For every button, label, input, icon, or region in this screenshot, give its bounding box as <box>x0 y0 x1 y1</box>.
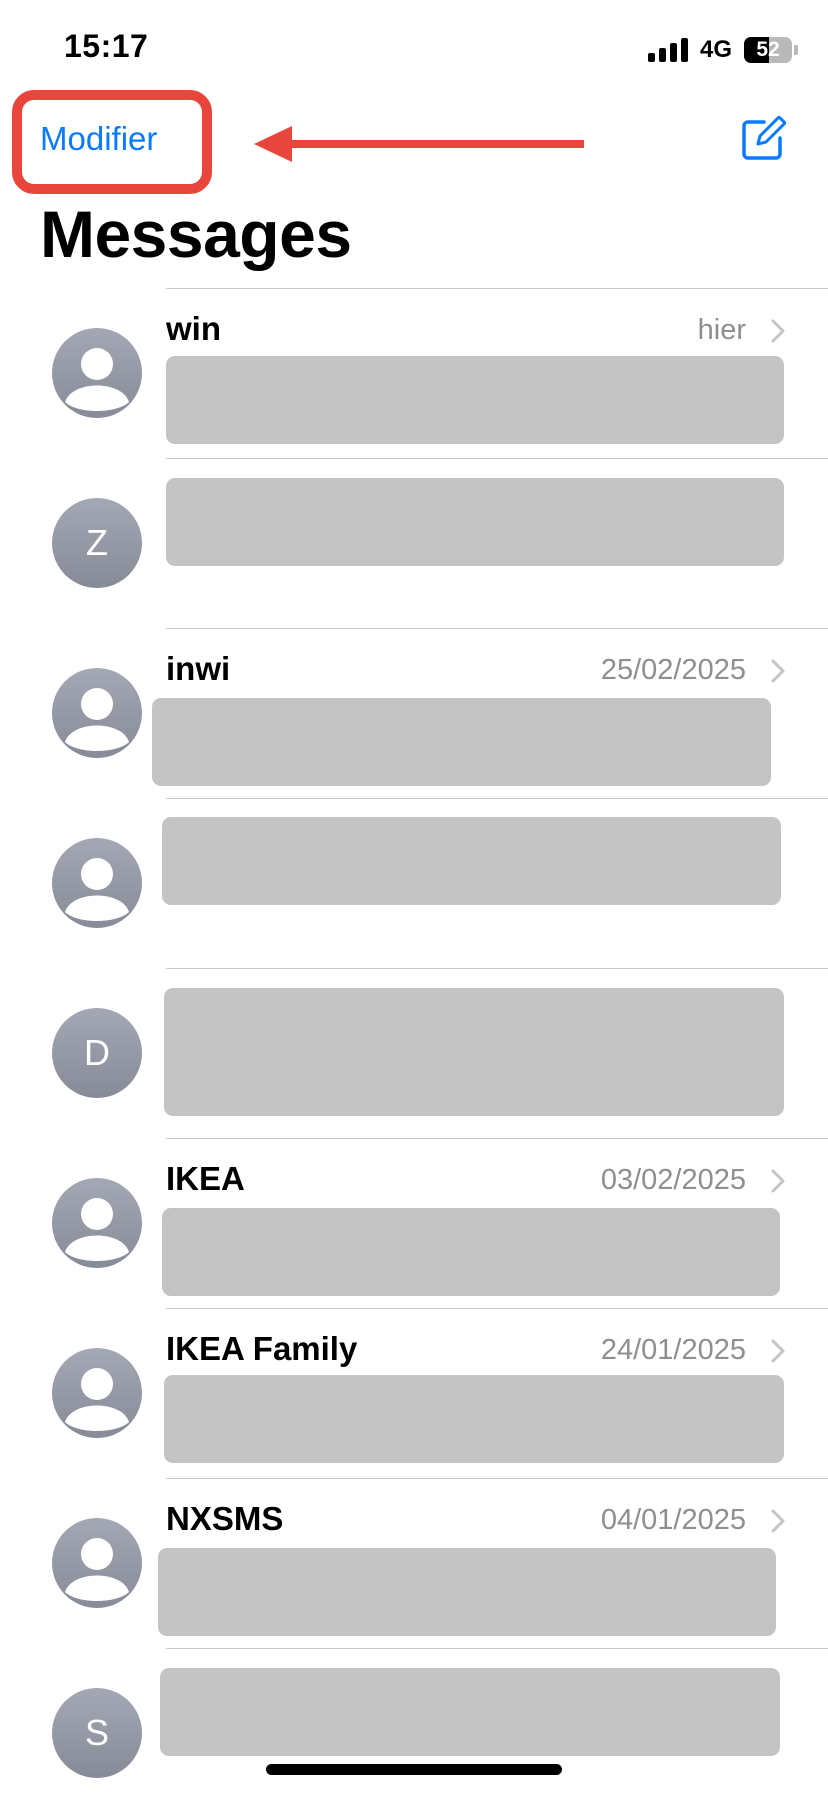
conversation-sender: IKEA <box>166 1160 245 1197</box>
contact-avatar-icon <box>52 1348 142 1438</box>
row-divider <box>166 798 828 799</box>
compose-icon <box>742 115 787 160</box>
page-title: Messages <box>40 197 352 271</box>
chevron-right-icon <box>771 1169 785 1193</box>
redacted-preview <box>164 1375 784 1463</box>
redacted-preview <box>166 356 784 444</box>
conversation-date: 24/01/2025 <box>600 1334 746 1366</box>
conversation-row[interactable]: S <box>0 1648 828 1818</box>
conversation-row[interactable]: IKEA 03/02/2025 <box>0 1138 828 1308</box>
home-indicator[interactable] <box>266 1764 562 1775</box>
conversation-row[interactable]: win hier <box>0 288 828 458</box>
conversation-list: win hier Z inwi 25/02/2025 D IKEA 03/02/… <box>0 288 828 1818</box>
conversation-row[interactable]: Z <box>0 458 828 628</box>
edit-button[interactable]: Modifier <box>40 120 157 158</box>
contact-avatar-icon <box>52 1518 142 1608</box>
row-divider <box>166 288 828 289</box>
contact-avatar-icon <box>52 838 142 928</box>
status-time: 15:17 <box>64 28 149 64</box>
chevron-right-icon <box>771 1509 785 1533</box>
redacted-preview <box>160 1668 780 1756</box>
conversation-sender: win <box>166 310 221 347</box>
row-divider <box>166 628 828 629</box>
signal-strength-icon <box>647 38 688 62</box>
battery-percent: 52 <box>756 38 780 61</box>
conversation-row[interactable] <box>0 798 828 968</box>
conversation-sender: inwi <box>166 650 231 687</box>
row-divider <box>166 968 828 969</box>
status-indicators: 4G 52 <box>647 36 798 64</box>
avatar-initial: D <box>84 1032 110 1073</box>
conversation-row[interactable]: IKEA Family 24/01/2025 <box>0 1308 828 1478</box>
avatar-initial: Z <box>86 522 108 563</box>
annotation-arrow <box>254 126 584 162</box>
redacted-preview <box>166 478 784 566</box>
row-divider <box>166 458 828 459</box>
row-divider <box>166 1308 828 1309</box>
redacted-preview <box>158 1548 776 1636</box>
conversation-sender: IKEA Family <box>166 1330 358 1367</box>
contact-avatar: S <box>52 1688 142 1778</box>
contact-avatar: Z <box>52 498 142 588</box>
conversation-date: 04/01/2025 <box>600 1504 746 1536</box>
contact-avatar-icon <box>52 1178 142 1268</box>
redacted-preview <box>164 988 784 1116</box>
chevron-right-icon <box>771 659 785 683</box>
conversation-date: hier <box>697 314 746 346</box>
conversation-row[interactable]: inwi 25/02/2025 <box>0 628 828 798</box>
row-divider <box>166 1478 828 1479</box>
conversation-date: 03/02/2025 <box>600 1164 746 1196</box>
chevron-right-icon <box>771 1339 785 1363</box>
redacted-preview <box>152 698 771 786</box>
redacted-preview <box>162 817 781 905</box>
compose-button[interactable] <box>740 115 787 162</box>
conversation-sender: NXSMS <box>166 1500 284 1537</box>
conversation-date: 25/02/2025 <box>600 654 746 686</box>
contact-avatar-icon <box>52 668 142 758</box>
contact-avatar: D <box>52 1008 142 1098</box>
network-type: 4G <box>699 36 732 63</box>
chevron-right-icon <box>771 319 785 343</box>
avatar-initial: S <box>84 1712 109 1753</box>
contact-avatar-icon <box>52 328 142 418</box>
conversation-row[interactable]: NXSMS 04/01/2025 <box>0 1478 828 1648</box>
conversation-row[interactable]: D <box>0 968 828 1138</box>
battery-icon: 52 <box>744 37 798 63</box>
row-divider <box>166 1648 828 1649</box>
row-divider <box>166 1138 828 1139</box>
redacted-preview <box>162 1208 780 1296</box>
